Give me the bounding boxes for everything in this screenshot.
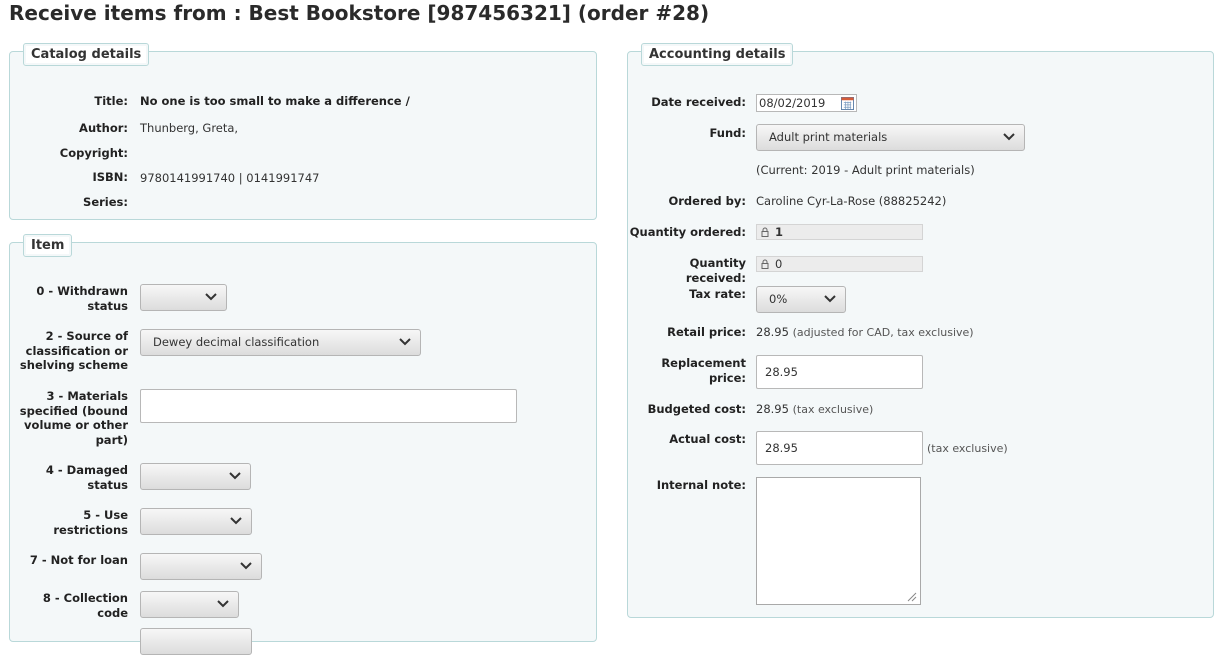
quantity-ordered-label: Quantity ordered: [629, 225, 746, 239]
ordered-by-value: Caroline Cyr-La-Rose (88825242) [756, 194, 947, 208]
budgeted-cost-label: Budgeted cost: [647, 402, 746, 416]
quantity-received-value: 0 [775, 257, 783, 271]
collection-code-select[interactable] [140, 591, 239, 618]
date-received-label: Date received: [651, 95, 746, 109]
quantity-ordered-value: 1 [775, 225, 784, 239]
collection-code-label: 8 - Collection code [42, 591, 128, 620]
catalog-details-panel: Catalog details Title: No one is too sma… [9, 43, 597, 220]
lock-icon [761, 227, 769, 237]
internal-note-textarea[interactable] [756, 477, 921, 605]
tax-rate-select[interactable]: 0% [756, 286, 846, 313]
chevron-down-icon [217, 600, 229, 608]
withdrawn-status-label: 0 - Withdrawn status [36, 284, 128, 313]
fund-select[interactable]: Adult print materials [756, 124, 1025, 151]
retail-price-label: Retail price: [667, 325, 746, 339]
chevron-down-icon [205, 293, 217, 301]
ordered-by-label: Ordered by: [668, 194, 746, 208]
item-legend: Item [23, 234, 73, 257]
title-value: No one is too small to make a difference… [140, 94, 410, 108]
date-received-value: 08/02/2019 [759, 96, 826, 110]
next-field-select[interactable] [140, 628, 252, 655]
budgeted-cost-value: 28.95 [756, 402, 789, 416]
source-classification-select[interactable]: Dewey decimal classification [140, 329, 421, 356]
budgeted-cost-note: (tax exclusive) [792, 403, 874, 416]
author-value: Thunberg, Greta, [140, 121, 239, 135]
not-for-loan-select[interactable] [140, 553, 262, 580]
series-label: Series: [83, 195, 128, 209]
fund-label: Fund: [709, 126, 747, 140]
fund-value: Adult print materials [769, 130, 888, 144]
replacement-price-input[interactable]: 28.95 [756, 355, 923, 389]
actual-cost-input[interactable]: 28.95 [756, 431, 923, 465]
budgeted-cost-row: 28.95 (tax exclusive) [756, 402, 873, 416]
retail-price-row: 28.95 (adjusted for CAD, tax exclusive) [756, 325, 974, 339]
fund-current: (Current: 2019 - Adult print materials) [756, 163, 975, 177]
catalog-details-legend: Catalog details [23, 43, 150, 66]
title-label: Title: [94, 94, 128, 108]
materials-specified-input[interactable] [140, 389, 517, 423]
source-classification-value: Dewey decimal classification [153, 335, 320, 349]
page-title: Receive items from : Best Bookstore [987… [9, 1, 710, 25]
chevron-down-icon [229, 472, 241, 480]
damaged-status-label: 4 - Damaged status [45, 463, 128, 492]
source-classification-label: 2 - Source of classification or shelving… [19, 329, 128, 372]
quantity-received-label: Quantity received: [685, 256, 746, 285]
quantity-ordered-field: 1 [756, 224, 923, 240]
retail-price-note: (adjusted for CAD, tax exclusive) [792, 326, 974, 339]
tax-rate-label: Tax rate: [689, 287, 746, 301]
use-restrictions-label: 5 - Use restrictions [53, 508, 128, 537]
internal-note-label: Internal note: [656, 478, 746, 492]
actual-cost-note: (tax exclusive) [927, 442, 1008, 455]
isbn-label: ISBN: [92, 170, 128, 184]
chevron-down-icon [240, 562, 252, 570]
withdrawn-status-select[interactable] [140, 284, 227, 311]
accounting-details-panel: Accounting details Date received: 08/02/… [627, 43, 1214, 618]
accounting-details-legend: Accounting details [641, 43, 794, 66]
use-restrictions-select[interactable] [140, 508, 252, 535]
materials-specified-label: 3 - Materials specified (bound volume or… [19, 389, 128, 447]
actual-cost-label: Actual cost: [669, 432, 746, 446]
chevron-down-icon [399, 338, 411, 346]
chevron-down-icon [824, 295, 836, 303]
copyright-label: Copyright: [59, 146, 128, 160]
not-for-loan-label: 7 - Not for loan [29, 553, 128, 567]
calendar-icon[interactable] [841, 97, 854, 110]
isbn-value: 9780141991740 | 0141991747 [140, 171, 320, 185]
item-panel: Item 0 - Withdrawn status 2 - Source of … [9, 234, 597, 655]
retail-price-value: 28.95 [756, 325, 789, 339]
resize-grip-icon[interactable] [907, 592, 917, 602]
lock-icon [761, 259, 769, 269]
chevron-down-icon [1003, 133, 1015, 141]
replacement-price-label: Replacement price: [661, 356, 746, 385]
damaged-status-select[interactable] [140, 463, 251, 490]
chevron-down-icon [230, 517, 242, 525]
quantity-received-field: 0 [756, 256, 923, 272]
tax-rate-value: 0% [769, 292, 788, 306]
author-label: Author: [79, 121, 128, 135]
